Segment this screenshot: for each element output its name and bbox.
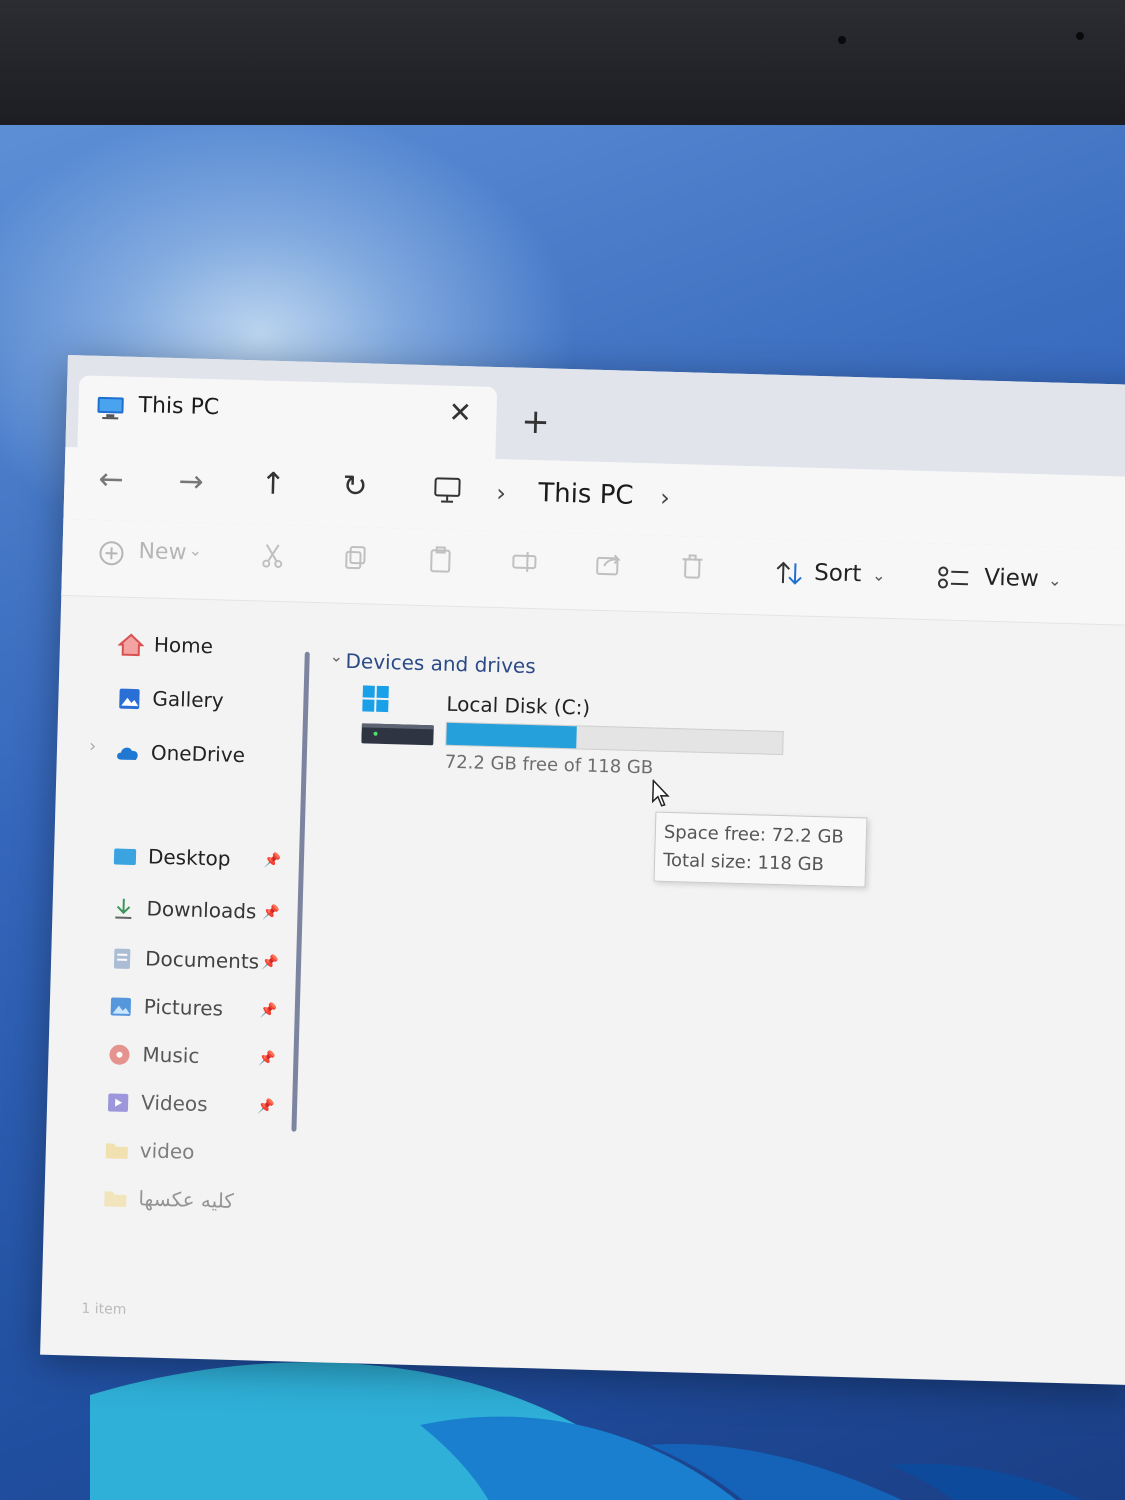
tab-title: This PC xyxy=(138,392,220,421)
section-devices-and-drives[interactable]: Devices and drives xyxy=(345,649,536,678)
expand-onedrive-chevron[interactable]: › xyxy=(89,736,97,757)
sidebar-label: Pictures xyxy=(143,994,224,1021)
pin-icon[interactable]: 📌 xyxy=(260,1003,278,1019)
cut-icon[interactable] xyxy=(258,540,287,569)
forward-button[interactable]: → xyxy=(178,464,204,500)
folder-icon xyxy=(104,1191,127,1207)
status-bar-item-count: 1 item xyxy=(81,1300,127,1318)
sidebar-label: OneDrive xyxy=(150,740,246,768)
sort-button[interactable]: Sort xyxy=(814,560,862,587)
music-icon xyxy=(109,1044,130,1065)
delete-icon[interactable] xyxy=(678,552,707,581)
sidebar-label: Music xyxy=(142,1042,200,1068)
new-chevron-icon: ⌄ xyxy=(188,540,203,560)
rename-icon[interactable] xyxy=(510,547,539,576)
pictures-icon xyxy=(110,997,132,1016)
sidebar-label: Videos xyxy=(140,1090,208,1117)
folder-icon xyxy=(105,1143,128,1159)
mouse-cursor-icon xyxy=(651,779,670,807)
documents-icon xyxy=(113,948,131,969)
share-icon[interactable] xyxy=(594,550,623,579)
drive-usage-fill xyxy=(446,722,578,749)
view-chevron-icon: ⌄ xyxy=(1047,570,1062,590)
pin-icon[interactable]: 📌 xyxy=(261,955,279,971)
view-button[interactable]: View xyxy=(984,565,1039,593)
download-icon xyxy=(115,898,132,919)
monitor-bezel xyxy=(0,0,1125,130)
navigation-pane: Home Gallery › OneDrive Desktop Download… xyxy=(42,595,306,1302)
sidebar-label: Downloads xyxy=(146,896,257,924)
close-tab-button[interactable]: ✕ xyxy=(448,396,472,430)
breadcrumb-separator: › xyxy=(495,479,507,508)
desktop-folder-icon xyxy=(113,848,137,866)
file-explorer-window: This PC ✕ + ← → ↑ ↻ › This PC › New ⌄ So… xyxy=(40,355,1125,1386)
new-button[interactable]: New xyxy=(138,539,187,565)
bezel-dot xyxy=(838,36,846,44)
sort-chevron-icon: ⌄ xyxy=(871,565,886,585)
paste-icon[interactable] xyxy=(426,545,455,574)
sidebar-label: Desktop xyxy=(147,844,231,871)
cloud-icon xyxy=(117,747,138,761)
drive-name: Local Disk (C:) xyxy=(446,691,591,720)
back-button[interactable]: ← xyxy=(98,462,124,498)
monitor-icon xyxy=(97,396,124,420)
pin-icon[interactable]: 📌 xyxy=(257,1099,275,1115)
content-pane: ⌄ Devices and drives Local Disk (C:) 72.… xyxy=(310,602,1125,1385)
sidebar-label: video xyxy=(139,1138,195,1164)
sidebar-label: Gallery xyxy=(152,686,224,713)
sidebar-label: Documents xyxy=(144,946,260,974)
sort-icon xyxy=(776,561,802,585)
bezel-dot xyxy=(1076,32,1084,40)
collapse-section-chevron[interactable]: ⌄ xyxy=(329,646,343,665)
hard-drive-icon xyxy=(361,685,434,746)
new-tab-button[interactable]: + xyxy=(521,402,551,443)
copy-icon[interactable] xyxy=(342,543,371,572)
breadcrumb-expand-chevron[interactable]: › xyxy=(660,484,670,512)
sidebar-label: كليه عكسها xyxy=(138,1186,235,1213)
up-button[interactable]: ↑ xyxy=(260,466,286,502)
tooltip-total-size: Total size: 118 GB xyxy=(662,849,825,876)
tab-this-pc[interactable]: This PC ✕ xyxy=(77,375,498,459)
pin-icon[interactable]: 📌 xyxy=(258,1051,276,1067)
drive-usage-bar xyxy=(445,721,784,756)
videos-icon xyxy=(107,1093,129,1112)
drive-free-space: 72.2 GB free of 118 GB xyxy=(444,751,654,779)
view-icon xyxy=(937,566,969,589)
drive-tooltip: Space free: 72.2 GB Total size: 118 GB xyxy=(653,811,868,888)
pin-icon[interactable]: 📌 xyxy=(264,853,282,869)
pin-icon[interactable]: 📌 xyxy=(262,905,280,921)
refresh-button[interactable]: ↻ xyxy=(342,469,368,505)
gallery-icon xyxy=(119,688,140,710)
this-pc-icon[interactable] xyxy=(432,475,463,506)
plus-circle-icon xyxy=(99,541,124,566)
home-icon xyxy=(117,633,145,657)
sidebar-label: Home xyxy=(153,632,214,659)
breadcrumb-this-pc[interactable]: This PC xyxy=(538,478,634,511)
